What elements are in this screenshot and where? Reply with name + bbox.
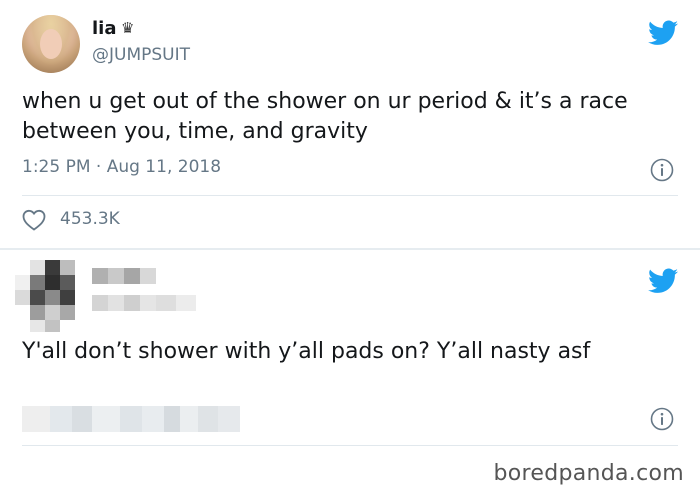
info-icon[interactable]	[650, 407, 674, 431]
twitter-bird-icon[interactable]	[648, 268, 678, 294]
user-handle[interactable]: @JUMPSUIT	[92, 45, 190, 65]
like-count: 453.3K	[60, 209, 120, 229]
tweet-card-2[interactable]: Y'all don’t shower with y’all pads on? Y…	[0, 250, 700, 498]
display-name[interactable]: lia	[92, 18, 117, 39]
twitter-bird-icon[interactable]	[648, 20, 678, 46]
tweet-text: when u get out of the shower on ur perio…	[22, 89, 628, 144]
tweet-text: Y'all don’t shower with y’all pads on? Y…	[22, 339, 591, 364]
watermark: boredpanda.com	[493, 461, 684, 486]
avatar-face	[40, 29, 62, 59]
info-icon[interactable]	[650, 158, 674, 182]
avatar[interactable]	[22, 15, 80, 73]
divider	[22, 445, 678, 446]
timestamp[interactable]: 1:25 PM · Aug 11, 2018	[22, 157, 221, 177]
crown-icon: ♛	[121, 19, 135, 37]
divider	[22, 195, 678, 196]
heart-icon[interactable]	[22, 209, 46, 231]
tweet-card-1[interactable]: lia ♛ @JUMPSUIT when u get out of the sh…	[0, 0, 700, 248]
